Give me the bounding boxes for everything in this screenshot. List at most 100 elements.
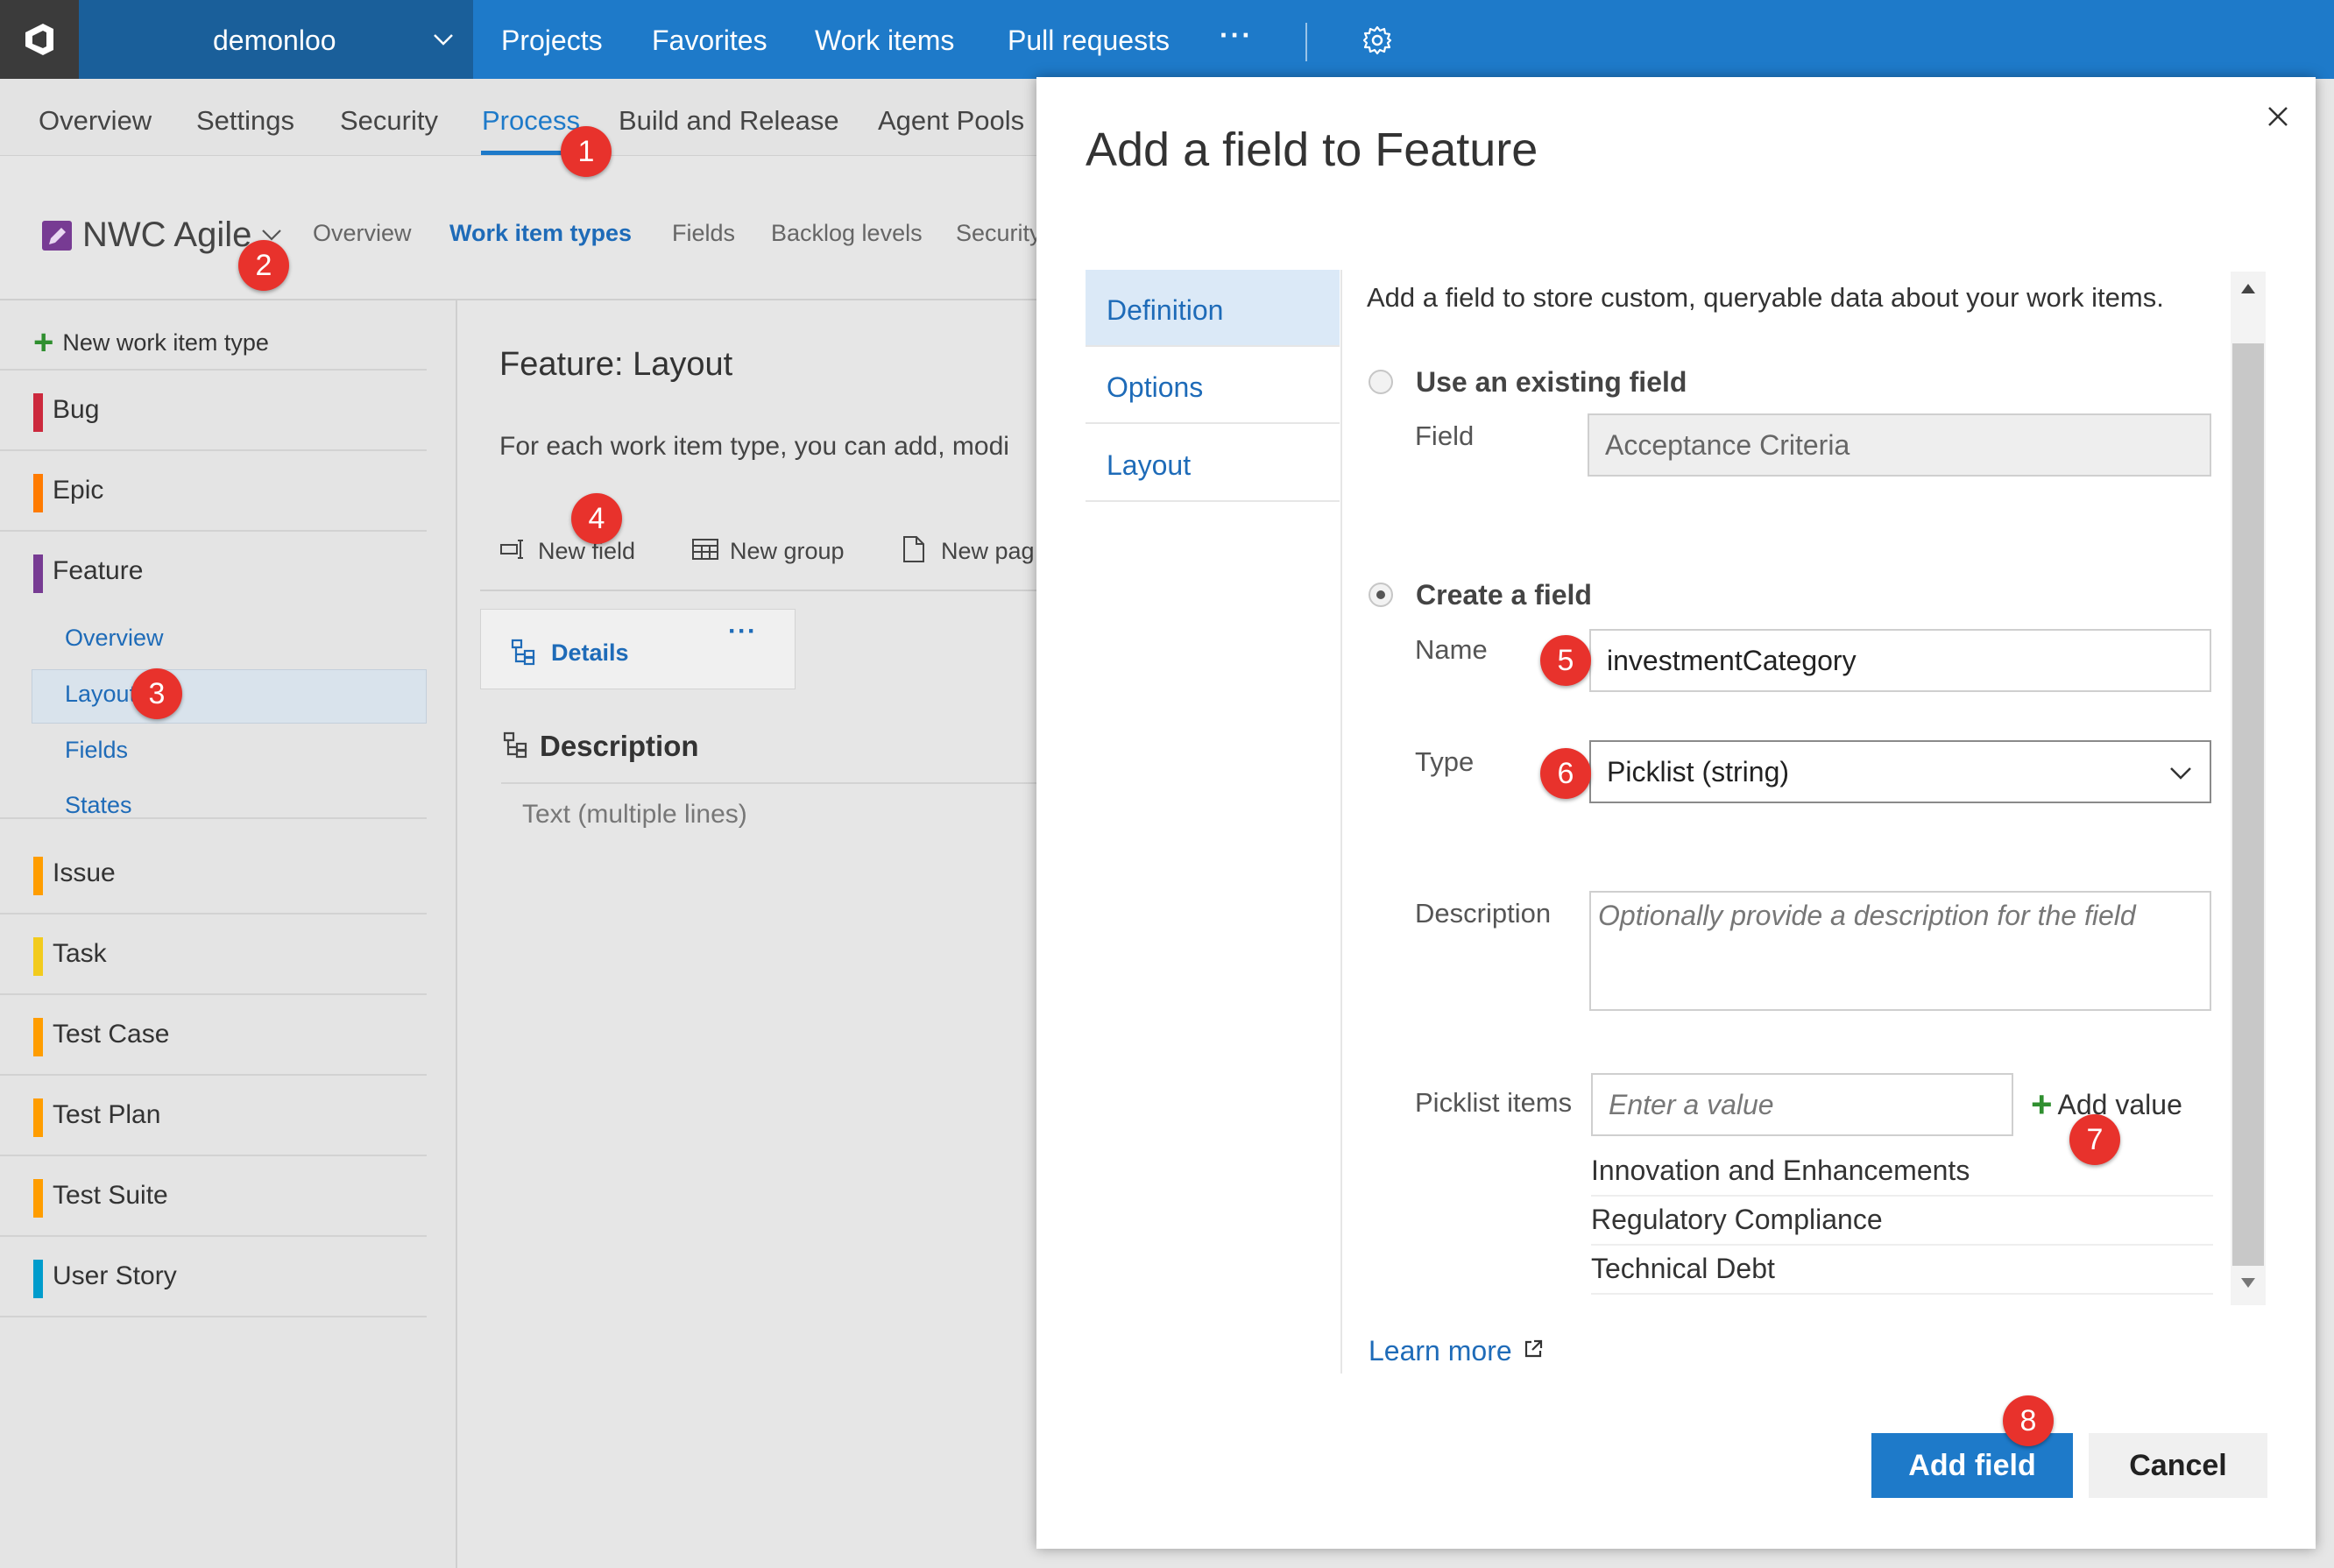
color-bar <box>33 1260 43 1298</box>
picklist-item[interactable]: Technical Debt <box>1591 1246 2213 1295</box>
create-field-label: Create a field <box>1416 579 1592 611</box>
more-icon[interactable]: ··· <box>1220 19 1253 52</box>
gear-icon[interactable] <box>1362 25 1393 60</box>
dialog-intro: Add a field to store custom, queryable d… <box>1367 282 2164 313</box>
picklist-item[interactable]: Innovation and Enhancements <box>1591 1148 2213 1197</box>
external-link-icon <box>1523 1338 1544 1364</box>
close-icon[interactable] <box>2256 95 2300 138</box>
subnav-security[interactable]: Security <box>340 105 438 137</box>
color-bar <box>33 937 43 976</box>
chevron-down-icon <box>2166 758 2196 795</box>
topnav-favorites[interactable]: Favorites <box>652 25 767 57</box>
tab-layout[interactable]: Layout <box>1086 425 1340 502</box>
group-icon <box>501 731 529 763</box>
add-field-button[interactable]: Add field <box>1871 1433 2073 1498</box>
scrollbar-thumb[interactable] <box>2232 343 2264 1266</box>
type-select[interactable]: Picklist (string) <box>1589 740 2211 803</box>
dialog-title: Add a field to Feature <box>1086 124 1538 176</box>
wit-user-story[interactable]: User Story <box>0 1237 427 1317</box>
work-item-types-list: + New work item type Bug Epic Feature Ov… <box>0 300 457 1568</box>
feature-sub-states[interactable]: States <box>65 792 132 819</box>
type-label: Type <box>1415 746 1475 777</box>
pencil-icon <box>42 220 72 251</box>
page-description: For each work item type, you can add, mo… <box>499 432 1009 461</box>
wit-issue[interactable]: Issue <box>0 834 427 915</box>
tab-options[interactable]: Options <box>1086 347 1340 424</box>
wit-label: Epic <box>53 476 104 505</box>
wit-label: Feature <box>53 556 144 585</box>
subnav-build-release[interactable]: Build and Release <box>619 105 839 137</box>
subnav-settings[interactable]: Settings <box>196 105 294 137</box>
wit-epic[interactable]: Epic <box>0 451 427 532</box>
learn-more-link[interactable]: Learn more <box>1369 1335 1544 1367</box>
feature-sub-overview[interactable]: Overview <box>65 625 164 652</box>
existing-field-select[interactable]: Acceptance Criteria <box>1588 413 2211 477</box>
vsts-logo-icon[interactable] <box>0 0 79 79</box>
create-field-radio[interactable] <box>1369 583 1393 607</box>
learn-more-label: Learn more <box>1369 1335 1512 1367</box>
new-field-button[interactable]: New field <box>499 537 635 566</box>
proctab-security[interactable]: Security <box>956 220 1042 247</box>
wit-label: Test Suite <box>53 1181 168 1210</box>
step-badge: 1 <box>561 126 612 177</box>
subnav-process[interactable]: Process <box>482 105 580 137</box>
wit-label: User Story <box>53 1261 177 1290</box>
topnav-pull-requests[interactable]: Pull requests <box>1008 25 1170 57</box>
new-page-button[interactable]: New pag <box>902 535 1035 568</box>
new-work-item-type-label: New work item type <box>62 328 269 356</box>
page-icon <box>509 638 537 670</box>
color-bar <box>33 1179 43 1218</box>
description-textarea[interactable]: Optionally provide a description for the… <box>1589 891 2211 1011</box>
feature-sub-fields[interactable]: Fields <box>65 737 128 764</box>
topnav-projects[interactable]: Projects <box>501 25 603 57</box>
wit-label: Bug <box>53 395 100 424</box>
cancel-button[interactable]: Cancel <box>2089 1433 2267 1498</box>
wit-bug[interactable]: Bug <box>0 371 427 451</box>
picklist-item[interactable]: Regulatory Compliance <box>1591 1197 2213 1246</box>
existing-field-value: Acceptance Criteria <box>1605 428 1850 461</box>
new-work-item-type-button[interactable]: + New work item type <box>33 325 428 360</box>
wit-test-case[interactable]: Test Case <box>0 995 427 1076</box>
new-page-label: New pag <box>941 538 1035 564</box>
layout-editor: Feature: Layout For each work item type,… <box>459 300 1043 1568</box>
process-header: NWC Agile Overview Work item types Field… <box>0 156 1043 300</box>
group-title: Description <box>540 730 699 762</box>
picklist-input[interactable]: Enter a value <box>1591 1073 2013 1136</box>
account-switcher[interactable]: demonloo <box>79 0 473 79</box>
wit-feature[interactable]: Feature Overview Layout Fields States <box>0 532 427 819</box>
topnav-separator <box>1305 23 1307 61</box>
subnav-agent-pools[interactable]: Agent Pools <box>878 105 1024 137</box>
proctab-work-item-types[interactable]: Work item types <box>449 220 632 247</box>
description-label: Description <box>1415 898 1552 929</box>
step-badge: 8 <box>2003 1395 2054 1446</box>
scroll-up-icon[interactable] <box>2240 282 2256 299</box>
group-header-description[interactable]: Description <box>501 730 699 763</box>
description-placeholder: Optionally provide a description for the… <box>1598 900 2136 931</box>
proctab-backlog-levels[interactable]: Backlog levels <box>771 220 923 247</box>
use-existing-radio[interactable] <box>1369 370 1393 394</box>
feature-sub-layout[interactable]: Layout <box>65 681 136 708</box>
wit-test-plan[interactable]: Test Plan <box>0 1076 427 1156</box>
topnav-work-items[interactable]: Work items <box>815 25 954 57</box>
step-badge: 6 <box>1540 748 1591 799</box>
wit-task[interactable]: Task <box>0 915 427 995</box>
more-icon[interactable]: ··· <box>728 617 757 646</box>
proctab-fields[interactable]: Fields <box>672 220 735 247</box>
page-tab-details[interactable]: Details ··· <box>480 609 796 689</box>
wit-test-suite[interactable]: Test Suite <box>0 1156 427 1237</box>
color-bar <box>33 857 43 895</box>
new-group-button[interactable]: New group <box>691 537 845 566</box>
name-value: investmentCategory <box>1607 644 1857 676</box>
group-field-type: Text (multiple lines) <box>522 800 747 829</box>
tab-definition[interactable]: Definition <box>1086 270 1340 347</box>
new-group-label: New group <box>730 538 845 564</box>
name-input[interactable]: investmentCategory <box>1589 629 2211 692</box>
step-badge: 2 <box>238 240 289 291</box>
scroll-down-icon[interactable] <box>2240 1277 2256 1294</box>
divider <box>501 782 1043 784</box>
proctab-overview[interactable]: Overview <box>313 220 412 247</box>
subnav-overview[interactable]: Overview <box>39 105 152 137</box>
page-title: Feature: Layout <box>499 346 733 383</box>
plus-icon: + <box>33 323 54 362</box>
color-bar <box>33 474 43 512</box>
